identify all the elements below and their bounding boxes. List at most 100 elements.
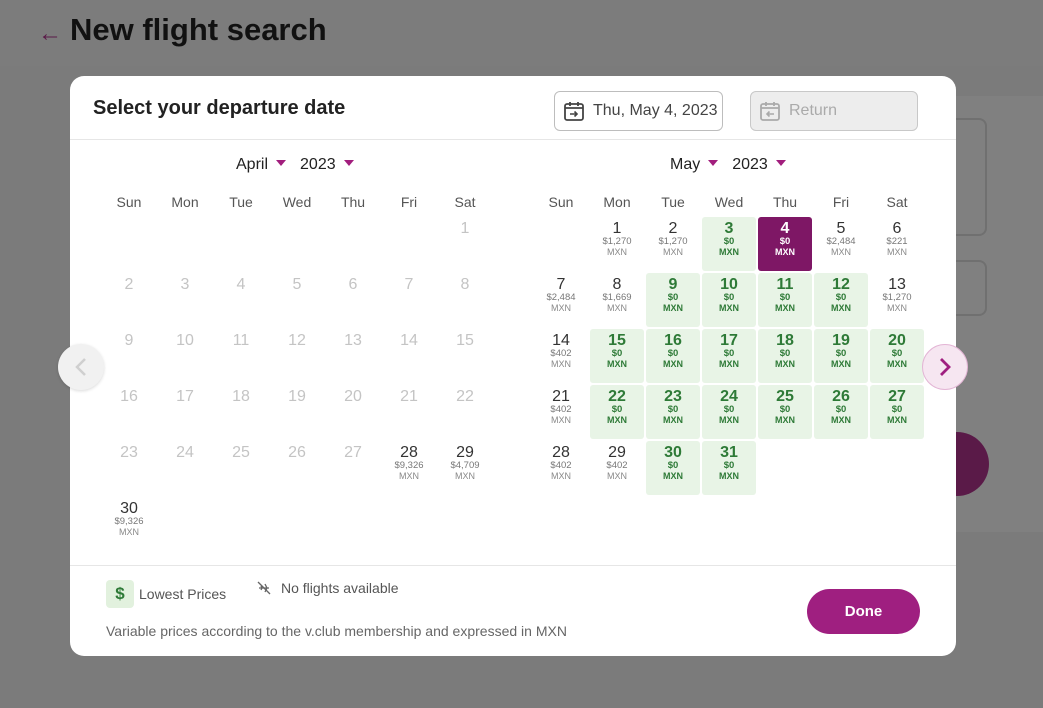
day-cell[interactable]: 21 $402 MXN [533, 384, 589, 440]
day-cell[interactable]: 26 $0 MXN [814, 385, 868, 439]
next-month-button[interactable] [922, 344, 968, 390]
day-price: $402 [550, 404, 572, 415]
legend-no-flights: No flights available [256, 580, 399, 596]
day-price: $221 [886, 236, 908, 247]
year-select-may[interactable]: 2023 [732, 156, 768, 174]
day-number: 29 [456, 444, 474, 461]
day-cell[interactable]: 15 $0 MXN [590, 329, 644, 383]
day-number: 28 [552, 444, 570, 461]
day-price: $0 [779, 404, 791, 415]
month-select-april[interactable]: April [236, 156, 268, 174]
year-select-april[interactable]: 2023 [300, 156, 336, 174]
day-cell[interactable]: 9 $0 MXN [646, 273, 700, 327]
selected-day-cell[interactable]: 4 $0 MXN [758, 217, 812, 271]
day-currency: MXN [663, 415, 683, 425]
day-price: $402 [550, 348, 572, 359]
day-number: 19 [288, 388, 306, 405]
chevron-down-icon[interactable] [708, 160, 719, 166]
day-number: 9 [124, 332, 134, 349]
day-cell[interactable]: 10 $0 MXN [702, 273, 756, 327]
day-cell[interactable]: 12 $0 MXN [814, 273, 868, 327]
day-currency: MXN [831, 303, 851, 313]
day-cell[interactable]: 17 $0 MXN [702, 329, 756, 383]
day-cell[interactable]: 28 $9,326 MXN [381, 440, 437, 496]
day-cell: 22 [437, 384, 493, 440]
prev-month-button[interactable] [58, 344, 104, 390]
day-cell[interactable]: 28 $402 MXN [533, 440, 589, 496]
departure-date-field[interactable]: Thu, May 4, 2023 [554, 91, 723, 131]
day-number: 20 [888, 332, 906, 349]
day-number: 22 [608, 388, 626, 405]
calendar-grid-april: Sun Mon Tue Wed Thu Fri Sat 1 2 3 4 5 6 7 8 9 10 11 12 13 14… [101, 194, 493, 552]
day-number: 11 [232, 332, 250, 349]
day-cell[interactable]: 19 $0 MXN [814, 329, 868, 383]
day-cell[interactable]: 29 $402 MXN [589, 440, 645, 496]
day-cell: 9 [101, 328, 157, 384]
day-cell[interactable]: 16 $0 MXN [646, 329, 700, 383]
calendar-week-row: 16 17 18 19 20 21 22 [101, 384, 493, 440]
chevron-down-icon[interactable] [775, 160, 786, 166]
day-number: 1 [612, 220, 622, 237]
day-currency: MXN [775, 359, 795, 369]
day-number: 11 [776, 276, 794, 293]
day-cell[interactable]: 11 $0 MXN [758, 273, 812, 327]
day-cell[interactable]: 8 $1,669 MXN [589, 272, 645, 328]
day-cell: 18 [213, 384, 269, 440]
day-cell[interactable]: 7 $2,484 MXN [533, 272, 589, 328]
day-cell[interactable]: 22 $0 MXN [590, 385, 644, 439]
day-number: 3 [180, 276, 190, 293]
day-cell: 17 [157, 384, 213, 440]
calendar-week-row: 14 $402 MXN 15 $0 MXN 16 $0 MXN 17 $0 MXN 18 $0 MXN 19 $… [533, 328, 925, 384]
day-price: $0 [779, 292, 791, 303]
day-cell[interactable]: 27 $0 MXN [870, 385, 924, 439]
modal-title: Select your departure date [93, 97, 346, 119]
day-currency: MXN [719, 303, 739, 313]
day-number: 23 [120, 444, 138, 461]
day-number: 17 [176, 388, 194, 405]
day-cell[interactable]: 30 $9,326 MXN [101, 496, 157, 552]
day-price: $0 [835, 404, 847, 415]
day-cell[interactable]: 23 $0 MXN [646, 385, 700, 439]
month-select-may[interactable]: May [670, 156, 700, 174]
day-currency: MXN [831, 247, 851, 257]
dollar-icon: $ [106, 580, 134, 608]
chevron-down-icon[interactable] [276, 160, 287, 166]
chevron-down-icon[interactable] [343, 160, 354, 166]
departure-date-value: Thu, May 4, 2023 [593, 102, 718, 119]
calendar-week-row: 1 [101, 216, 493, 272]
day-price: $0 [723, 236, 735, 247]
day-cell[interactable]: 14 $402 MXN [533, 328, 589, 384]
day-number: 15 [608, 332, 626, 349]
day-currency: MXN [887, 415, 907, 425]
day-number: 4 [236, 276, 246, 293]
day-cell[interactable]: 1 $1,270 MXN [589, 216, 645, 272]
day-cell[interactable]: 29 $4,709 MXN [437, 440, 493, 496]
day-cell[interactable]: 31 $0 MXN [702, 441, 756, 495]
day-currency: MXN [455, 471, 475, 481]
day-currency: MXN [551, 471, 571, 481]
day-cell[interactable]: 24 $0 MXN [702, 385, 756, 439]
day-cell: 19 [269, 384, 325, 440]
day-cell[interactable]: 13 $1,270 MXN [869, 272, 925, 328]
day-cell[interactable]: 20 $0 MXN [870, 329, 924, 383]
weekday-label: Wed [282, 194, 312, 210]
day-price: $0 [723, 348, 735, 359]
day-number: 26 [288, 444, 306, 461]
day-cell[interactable]: 3 $0 MXN [702, 217, 756, 271]
day-number: 5 [836, 220, 846, 237]
day-price: $402 [606, 460, 628, 471]
day-currency: MXN [551, 415, 571, 425]
day-cell[interactable]: 5 $2,484 MXN [813, 216, 869, 272]
day-currency: MXN [831, 359, 851, 369]
day-cell[interactable]: 25 $0 MXN [758, 385, 812, 439]
day-cell[interactable]: 18 $0 MXN [758, 329, 812, 383]
day-cell[interactable]: 2 $1,270 MXN [645, 216, 701, 272]
day-cell[interactable]: 30 $0 MXN [646, 441, 700, 495]
day-price: $0 [779, 348, 791, 359]
day-price: $402 [550, 460, 572, 471]
day-cell[interactable]: 6 $221 MXN [869, 216, 925, 272]
done-button[interactable]: Done [807, 589, 920, 634]
calendar-week-row: 28 $402 MXN 29 $402 MXN 30 $0 MXN 31 $0 MXN [533, 440, 925, 496]
arrow-left-icon[interactable]: ← [38, 20, 62, 48]
return-date-field[interactable]: Return [750, 91, 918, 131]
